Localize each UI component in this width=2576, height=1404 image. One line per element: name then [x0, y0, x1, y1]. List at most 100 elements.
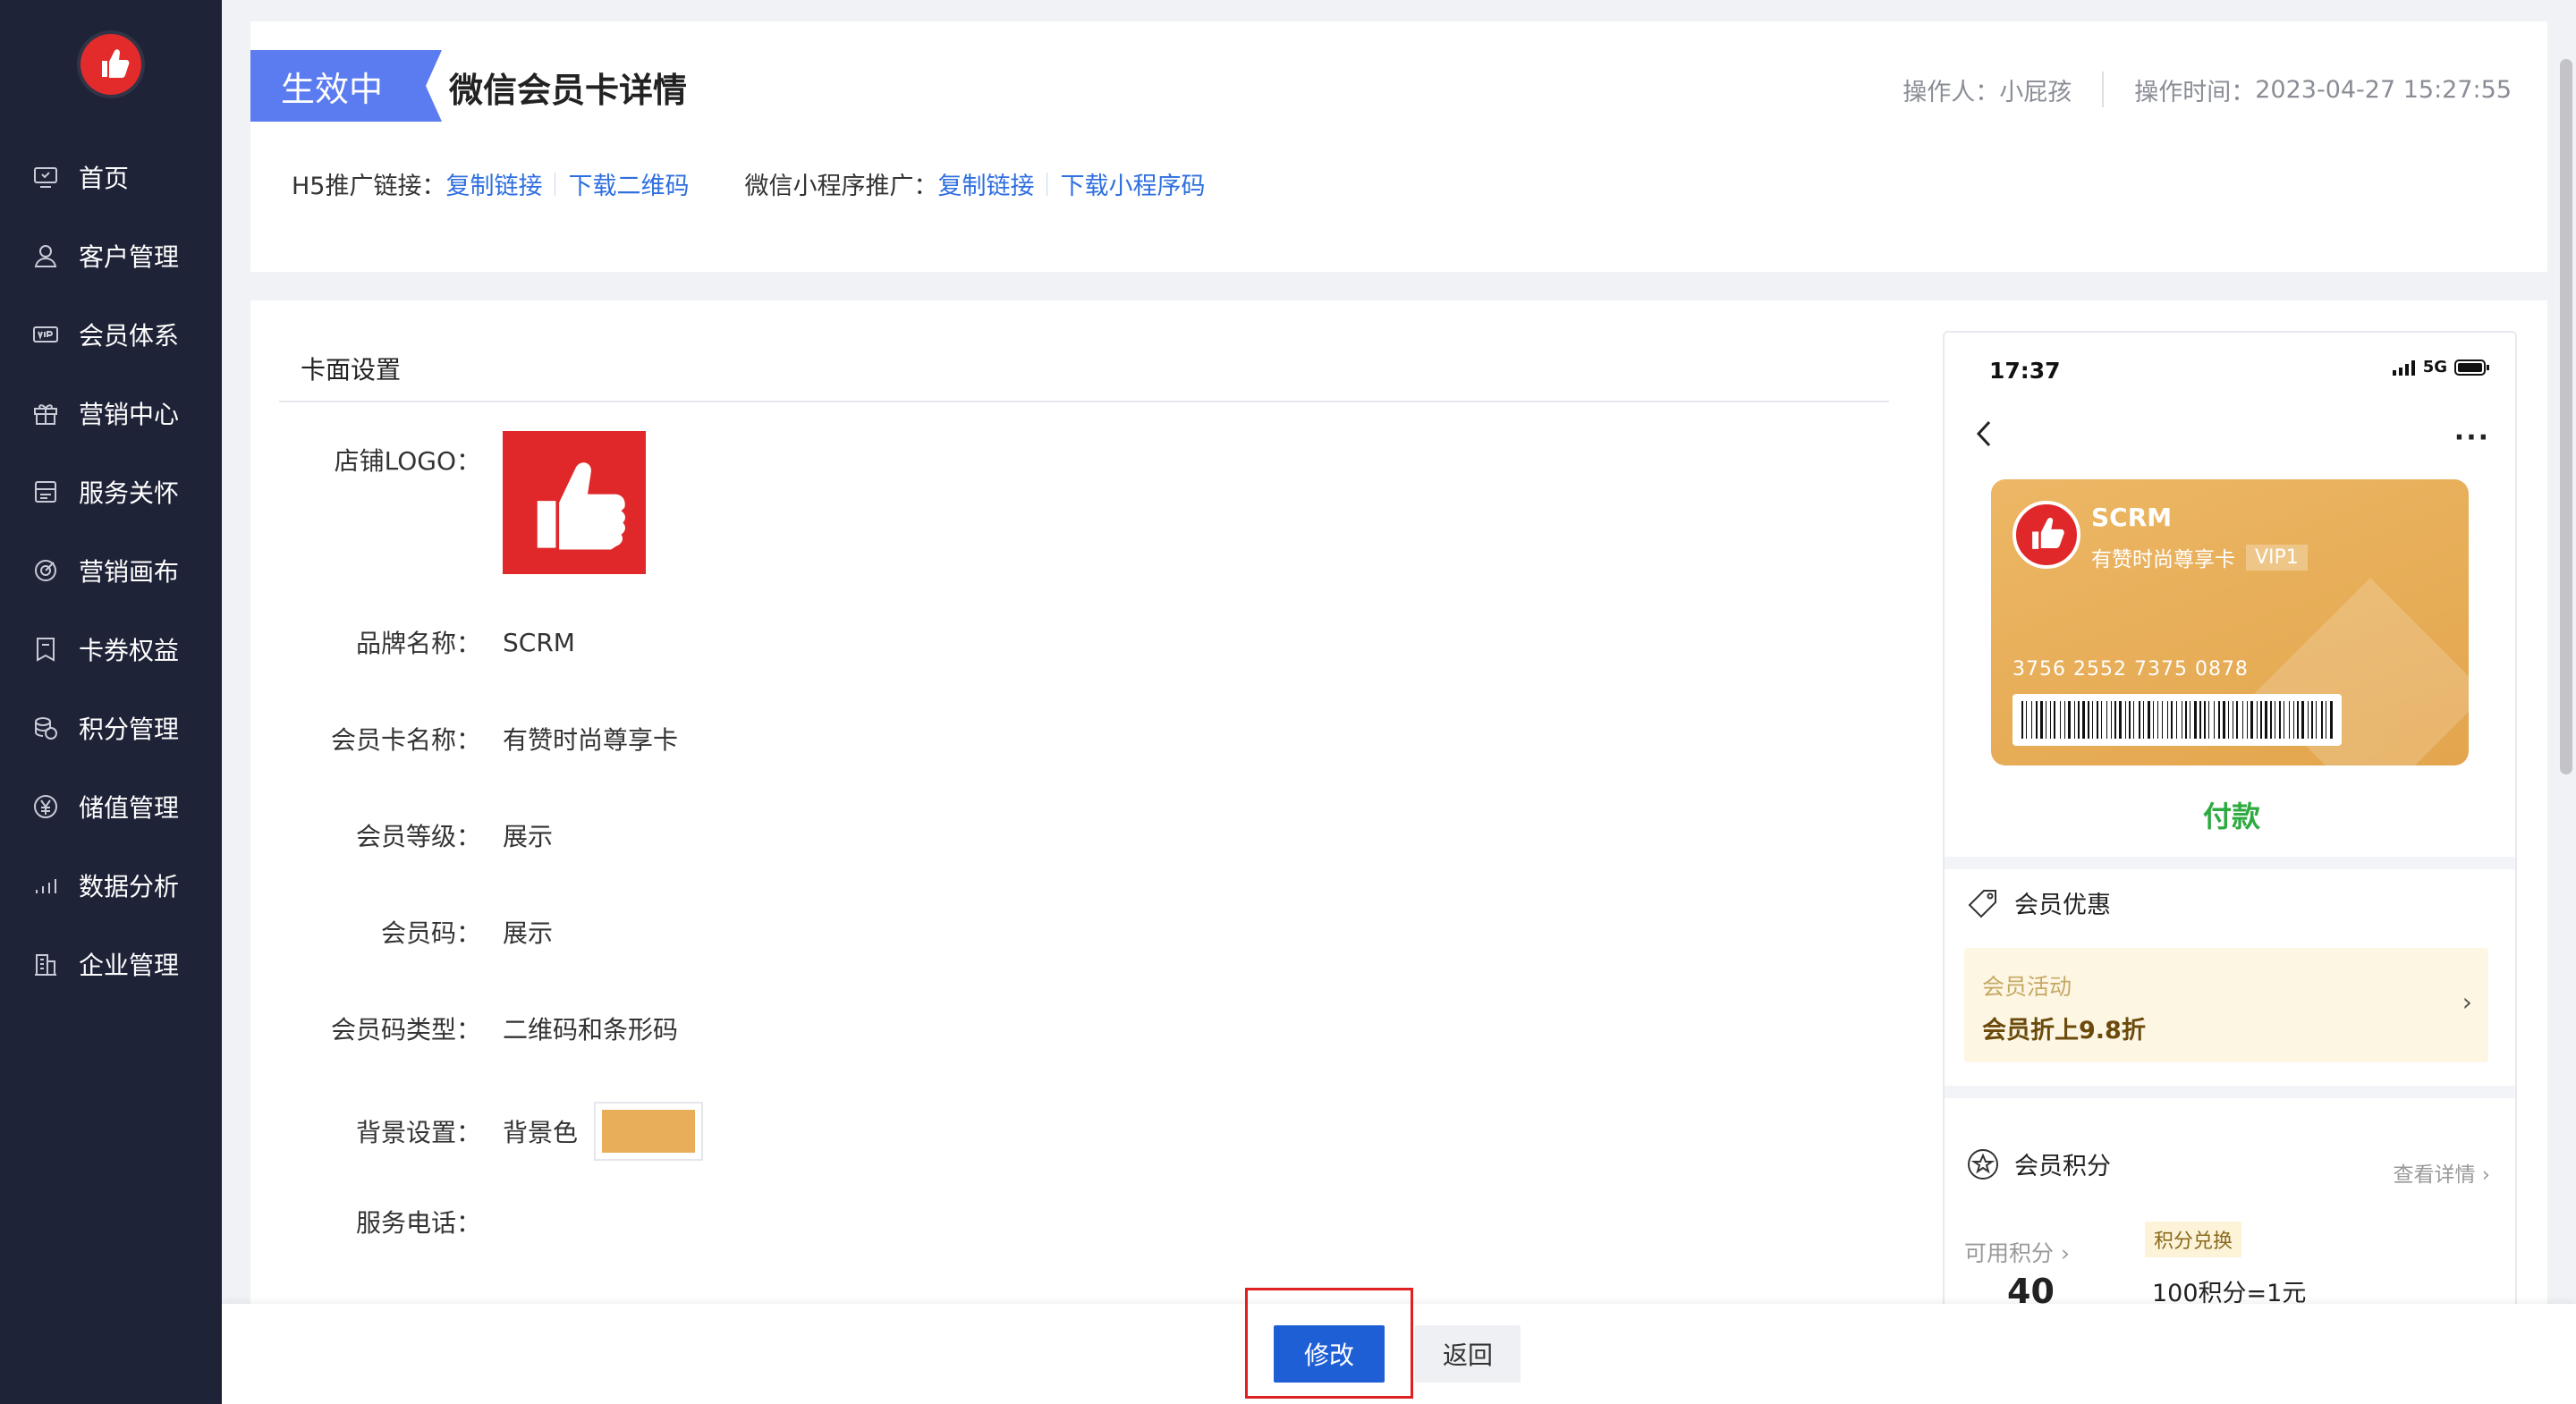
phone-clock: 17:37: [1989, 358, 2061, 384]
sidebar-item-enterprise[interactable]: 企业管理: [0, 925, 222, 1003]
section-gap: [1945, 1086, 2515, 1098]
barcode-bar: [2308, 701, 2309, 739]
back-arrow-icon[interactable]: [1971, 419, 1998, 449]
star-icon: [1968, 1148, 1998, 1180]
mini-download-code-link[interactable]: 下载小程序码: [1060, 166, 1205, 201]
card-settings-panel: 卡面设置 店铺LOGO： 品牌名称： SCRM 会员卡名称： 有赞时尚尊享卡 会…: [250, 300, 2547, 1404]
mini-program-label: 微信小程序推广：: [744, 173, 938, 200]
building-icon: [32, 951, 59, 977]
form-row-member-code: 会员码： 展示: [250, 914, 1860, 950]
sidebar-item-label: 营销中心: [79, 400, 180, 429]
sidebar-item-label: 数据分析: [79, 872, 180, 901]
barcode-bar: [2260, 701, 2262, 739]
more-icon[interactable]: ···: [2454, 422, 2490, 453]
barcode-bar: [2119, 701, 2122, 739]
bar-chart-icon: [32, 872, 59, 899]
operation-time-label: 操作时间：: [2134, 78, 2256, 106]
barcode-bar: [2270, 701, 2272, 739]
barcode-bar: [2060, 701, 2061, 739]
sidebar-item-service[interactable]: 服务关怀: [0, 452, 222, 531]
service-icon: [32, 478, 59, 505]
h5-copy-link[interactable]: 复制链接: [445, 166, 542, 201]
activity-title: 会员折上9.8折: [1982, 1017, 2146, 1045]
sidebar-item-membership[interactable]: 会员体系: [0, 295, 222, 374]
background-label: 背景设置：: [355, 1118, 481, 1147]
brand-value: SCRM: [503, 627, 575, 657]
thumbs-up-icon: [2032, 518, 2064, 549]
available-points-label[interactable]: 可用积分 ›: [1964, 1236, 2070, 1268]
barcode-bar: [2242, 701, 2243, 739]
form-row-card-name: 会员卡名称： 有赞时尚尊享卡: [250, 721, 1860, 757]
barcode-bar: [2157, 701, 2158, 739]
code-type-label: 会员码类型：: [330, 1015, 481, 1045]
barcode-bar: [2088, 701, 2089, 739]
barcode-bar: [2068, 701, 2071, 739]
thumbs-up-icon: [102, 49, 130, 78]
card-brand: SCRM: [2091, 503, 2173, 532]
barcode-bar: [2106, 701, 2107, 739]
view-detail-link[interactable]: 查看详情 ›: [2393, 1157, 2490, 1188]
store-logo-image: [503, 431, 646, 574]
barcode-bar: [2133, 701, 2134, 739]
barcode-bar: [2293, 701, 2294, 739]
barcode-bar: [2148, 701, 2150, 739]
section-divider: [279, 401, 1889, 402]
sidebar-nav: 首页 客户管理 会员体系 营销中心 服务关怀 营销画布 卡券权益 积分管理 储值…: [0, 138, 222, 1003]
mini-copy-link[interactable]: 复制链接: [937, 166, 1034, 201]
sidebar-item-label: 储值管理: [79, 793, 180, 823]
section-gap: [1945, 857, 2515, 869]
sidebar-item-coupons[interactable]: 卡券权益: [0, 610, 222, 689]
background-color-swatch: [594, 1102, 704, 1161]
barcode-bar: [2228, 701, 2229, 739]
barcode-bar: [2026, 701, 2027, 739]
edit-button[interactable]: 修改: [1274, 1325, 1385, 1383]
yuan-icon: [32, 793, 59, 820]
sidebar-item-home[interactable]: 首页: [0, 138, 222, 216]
gift-icon: [32, 400, 59, 427]
back-button[interactable]: 返回: [1415, 1325, 1521, 1383]
sidebar-item-label: 首页: [79, 164, 130, 193]
coupon-icon: [32, 636, 59, 663]
activity-subtitle: 会员活动: [1982, 974, 2072, 1000]
operation-meta: 操作人： 小屁孩 操作时间： 2023-04-27 15:27:55: [1902, 72, 2512, 107]
sidebar-item-canvas[interactable]: 营销画布: [0, 531, 222, 610]
h5-link-label: H5推广链接：: [292, 173, 446, 200]
status-badge: 生效中: [250, 50, 426, 122]
card-logo: [2012, 501, 2080, 569]
member-activity-item[interactable]: 会员活动 会员折上9.8折 ›: [1964, 948, 2488, 1062]
status-badge-notch: [426, 50, 442, 122]
barcode-bar: [2031, 701, 2032, 739]
section-title: 卡面设置: [301, 355, 402, 385]
app-logo[interactable]: [80, 34, 141, 95]
sidebar-item-marketing[interactable]: 营销中心: [0, 374, 222, 452]
barcode-bar: [2129, 701, 2131, 739]
operator-label: 操作人：: [1902, 78, 2000, 106]
barcode-bar: [2167, 701, 2168, 739]
target-icon: [32, 557, 59, 584]
form-row-code-type: 会员码类型： 二维码和条形码: [250, 1011, 1860, 1046]
barcode-bar: [2074, 701, 2075, 739]
member-code-value: 展示: [503, 918, 554, 948]
barcode-bar: [2092, 701, 2093, 739]
page-scrollbar[interactable]: [2560, 59, 2572, 774]
sidebar-item-analytics[interactable]: 数据分析: [0, 846, 222, 925]
barcode-bar: [2097, 701, 2098, 739]
sidebar-item-points[interactable]: 积分管理: [0, 689, 222, 767]
barcode-bar: [2236, 701, 2238, 739]
user-icon: [32, 242, 59, 269]
tag-icon: [1968, 889, 1996, 918]
chevron-right-icon: ›: [2462, 987, 2472, 1017]
barcode-bar: [2114, 701, 2116, 739]
page-title: 微信会员卡详情: [449, 71, 688, 110]
pay-button[interactable]: 付款: [1945, 794, 2515, 835]
logo-label: 店铺LOGO：: [334, 446, 481, 476]
sidebar: 首页 客户管理 会员体系 营销中心 服务关怀 营销画布 卡券权益 积分管理 储值…: [0, 0, 222, 1404]
barcode-bar: [2139, 701, 2140, 739]
barcode-bar: [2289, 701, 2290, 739]
barcode-graphic: [2021, 701, 2333, 739]
sidebar-item-stored-value[interactable]: 储值管理: [0, 767, 222, 846]
barcode-bar: [2082, 701, 2085, 739]
benefits-header: 会员优惠: [1966, 885, 2111, 920]
h5-download-qr-link[interactable]: 下载二维码: [568, 166, 689, 201]
sidebar-item-customers[interactable]: 客户管理: [0, 216, 222, 295]
